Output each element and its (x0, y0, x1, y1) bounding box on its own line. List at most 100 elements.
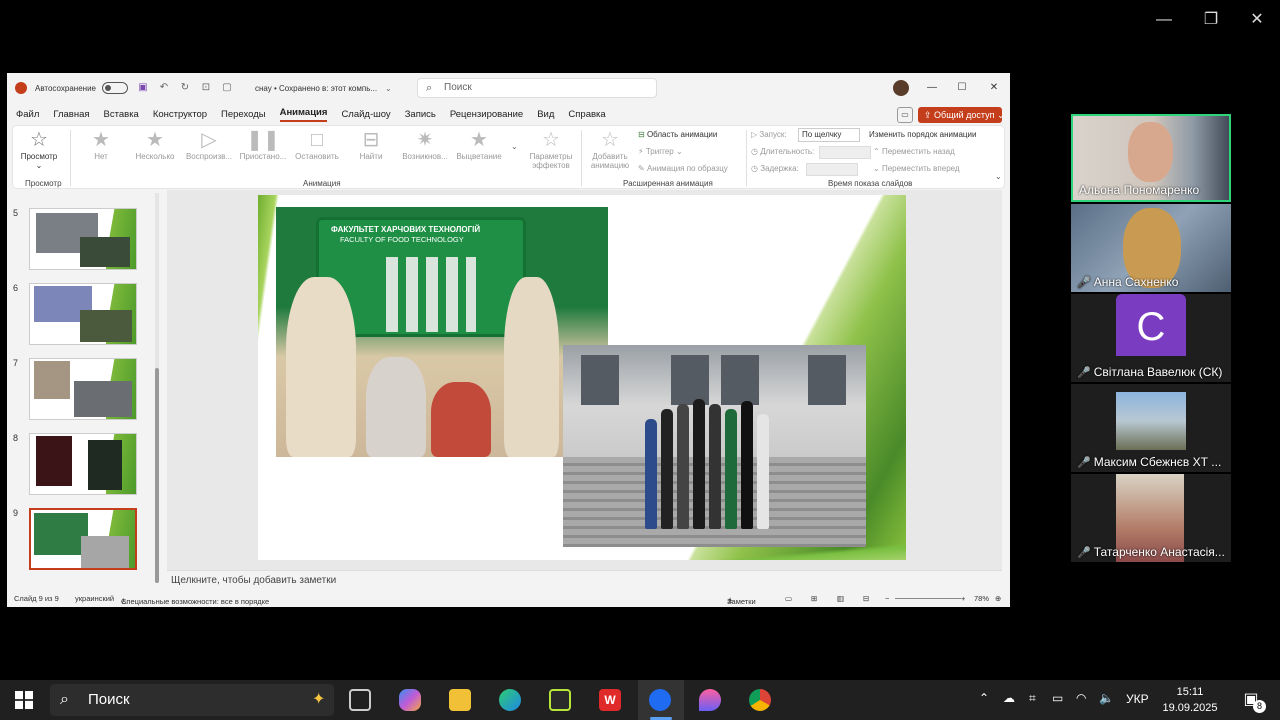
animation-pane-button[interactable]: ⊟ Область анимации (638, 130, 717, 139)
current-slide[interactable]: ФАКУЛЬТЕТ ХАРЧОВИХ ТЕХНОЛОГІЙ FACULTY OF… (258, 195, 906, 560)
sorter-view-icon[interactable]: ⊞ (811, 594, 817, 603)
zoom-in-icon[interactable]: + (961, 594, 965, 603)
tab-record[interactable]: Запись (405, 109, 436, 120)
add-animation-button[interactable]: ☆ Добавить анимацию (585, 128, 635, 170)
tray-app-icon[interactable]: ☁ (1003, 691, 1015, 705)
slide-thumbnail-7[interactable] (29, 358, 137, 420)
search-icon: ⌕ (60, 691, 69, 708)
comments-icon[interactable]: ▭ (897, 107, 913, 123)
copilot-icon[interactable] (399, 689, 421, 711)
present-icon[interactable]: ⊡ (200, 82, 212, 94)
trigger-icon: ⚡ (638, 147, 646, 156)
wps-office-icon[interactable]: W (599, 689, 621, 711)
save-icon[interactable]: ▣ (137, 82, 149, 94)
animation-painter-button[interactable]: ✎ Анимация по образцу (638, 164, 728, 173)
preview-button[interactable]: ☆ Просмотр ⌄ (15, 128, 63, 170)
move-later-button[interactable]: ⌄ Переместить вперед (873, 164, 960, 173)
person (709, 404, 721, 529)
clock[interactable]: 15:11 19.09.2025 (1162, 684, 1218, 716)
effect-none[interactable]: ★ Нет (76, 128, 126, 161)
minimize-button[interactable]: — (1152, 8, 1176, 32)
trigger-button[interactable]: ⚡ Триггер ⌄ (638, 147, 683, 156)
scrollbar-thumb[interactable] (155, 368, 159, 583)
zoom-level[interactable]: 78% (974, 594, 989, 603)
effect-play[interactable]: ▷ Воспроизв... (184, 128, 234, 161)
tab-file[interactable]: Файл (16, 109, 39, 120)
slide-thumbnail-5[interactable] (29, 208, 137, 270)
language-indicator[interactable]: украинский (75, 594, 114, 603)
windows-start-icon[interactable] (15, 691, 33, 709)
edge-icon[interactable] (499, 689, 521, 711)
wifi-icon[interactable]: ◠ (1076, 691, 1086, 705)
slide-thumbnail-9[interactable] (29, 508, 137, 570)
notifications-button[interactable]: ▣ 8 (1238, 689, 1266, 713)
tab-help[interactable]: Справка (568, 109, 605, 120)
thumbnails-scrollbar[interactable] (155, 193, 159, 583)
effect-appear[interactable]: ✷ Возникнов... (400, 128, 450, 161)
slide-thumbnail-8[interactable] (29, 433, 137, 495)
chevron-up-icon[interactable]: ⌃ (979, 691, 989, 705)
volume-icon[interactable]: 🔈 (1099, 691, 1114, 705)
document-title[interactable]: cнау • Сохранено в: этот компь... (255, 84, 377, 93)
gallery-more-icon[interactable]: ⌄ (511, 142, 518, 151)
effect-pause[interactable]: ❚❚ Приостано... (238, 128, 288, 161)
chrome-icon[interactable] (749, 689, 771, 711)
autosave-toggle[interactable] (101, 82, 128, 94)
app-drop-icon[interactable] (699, 689, 721, 711)
tab-home[interactable]: Главная (53, 109, 89, 120)
effect-options-button[interactable]: ☆ Параметры эффектов (521, 128, 581, 170)
participant-tile[interactable]: 🎤 Татарченко Анастасія... (1071, 474, 1231, 562)
normal-view-icon[interactable]: ▭ (785, 594, 792, 603)
share-button[interactable]: ⇪ Общий доступ ⌄ (918, 107, 1005, 123)
taskbar-search[interactable]: ⌕ Поиск ✦ (50, 684, 334, 716)
participant-tile[interactable]: 🎤 Максим Сбежнєв ХТ ... (1071, 384, 1231, 472)
redo-icon[interactable]: ↻ (179, 82, 191, 94)
ppt-close-button[interactable]: ✕ (986, 80, 1002, 96)
user-avatar[interactable] (893, 80, 909, 96)
participant-tile[interactable]: 🎤 Анна Сахненко (1071, 204, 1231, 292)
ppt-minimize-button[interactable]: — (924, 80, 940, 96)
effect-stop[interactable]: □ Остановить (292, 128, 342, 161)
slide-photo-group-steps[interactable] (563, 345, 866, 547)
restore-button[interactable]: ❐ (1199, 8, 1223, 32)
tab-review[interactable]: Рецензирование (450, 109, 523, 120)
zoom-slider[interactable] (895, 598, 961, 599)
zoom-icon[interactable] (649, 689, 671, 711)
undo-icon[interactable]: ↶ (158, 82, 170, 94)
tab-transitions[interactable]: Переходы (221, 109, 266, 120)
chevron-down-icon[interactable]: ⌄ (385, 84, 392, 93)
tab-animations[interactable]: Анимация (279, 107, 328, 122)
duration-input[interactable] (819, 146, 871, 159)
ppt-maximize-button[interactable]: ☐ (954, 80, 970, 96)
participant-tile[interactable]: C 🎤 Світлана Вавелюк (СК) (1071, 294, 1231, 382)
start-select[interactable]: По щелчку (798, 128, 860, 142)
collapse-ribbon-icon[interactable]: ⌄ (995, 172, 1002, 181)
slide-photo-faculty-board[interactable]: ФАКУЛЬТЕТ ХАРЧОВИХ ТЕХНОЛОГІЙ FACULTY OF… (276, 207, 608, 457)
battery-icon[interactable]: ▭ (1052, 691, 1063, 705)
delay-input[interactable] (806, 163, 858, 176)
slide-thumbnail-6[interactable] (29, 283, 137, 345)
task-view-icon[interactable] (349, 689, 371, 711)
zoom-out-icon[interactable]: − (885, 594, 889, 603)
notes-placeholder[interactable]: Щелкните, чтобы добавить заметки (167, 570, 1002, 590)
tab-design[interactable]: Конструктор (153, 109, 207, 120)
effect-fade[interactable]: ★ Выцветание (454, 128, 504, 161)
close-button[interactable]: ✕ (1245, 8, 1269, 32)
participant-tile[interactable]: Альона Пономаренко (1071, 114, 1231, 202)
slideshow-view-icon[interactable]: ⊟ (863, 594, 869, 603)
meet-icon[interactable]: ⌗ (1029, 691, 1036, 706)
move-earlier-button[interactable]: ⌃ Переместить назад (873, 147, 955, 156)
customize-icon[interactable]: ▢ (221, 82, 233, 94)
tab-view[interactable]: Вид (537, 109, 554, 120)
reading-view-icon[interactable]: ▥ (837, 594, 844, 603)
tab-insert[interactable]: Вставка (104, 109, 139, 120)
building-window (671, 355, 709, 405)
fit-slide-icon[interactable]: ⊕ (995, 594, 1001, 603)
language-indicator[interactable]: УКР (1126, 692, 1149, 706)
tab-slideshow[interactable]: Слайд-шоу (341, 109, 390, 120)
effect-seek[interactable]: ⊟ Найти (346, 128, 396, 161)
file-explorer-icon[interactable] (449, 689, 471, 711)
effect-multiple[interactable]: ★ Несколько (130, 128, 180, 161)
search-input[interactable]: ⌕ Поиск (417, 78, 657, 98)
app-icon[interactable] (549, 689, 571, 711)
